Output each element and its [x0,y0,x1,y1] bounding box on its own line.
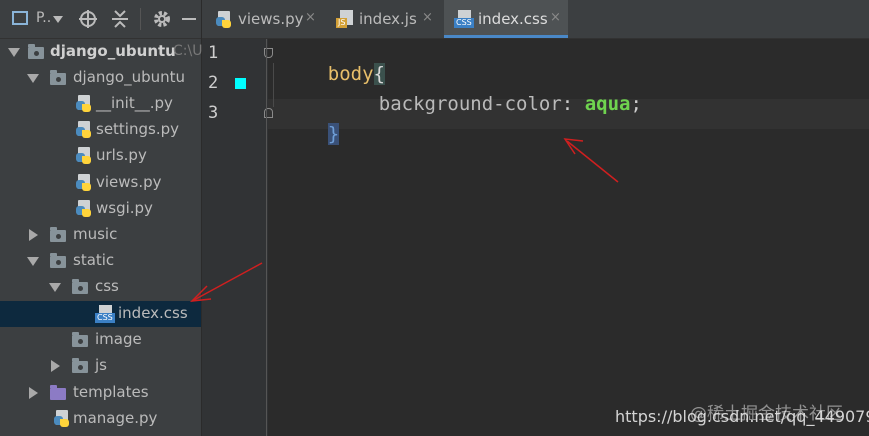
arrow-to-index-css [189,262,263,302]
annotation-arrows [189,138,619,302]
watermark-site: @稀土掘金技术社区 [690,404,843,424]
arrow-to-editor [563,138,619,183]
